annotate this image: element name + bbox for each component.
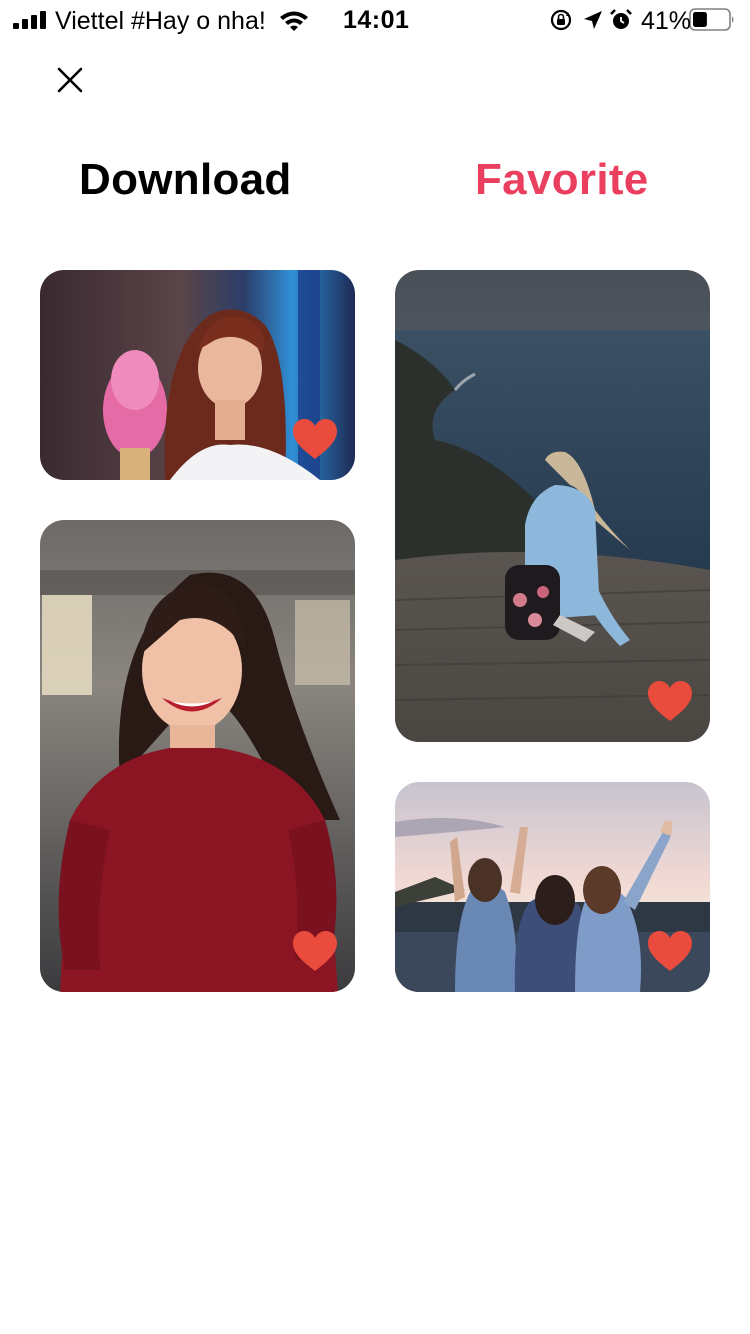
tab-download[interactable]: Download <box>79 155 292 205</box>
heart-icon[interactable] <box>647 930 693 972</box>
heart-icon[interactable] <box>292 930 338 972</box>
battery-icon <box>689 8 734 31</box>
alarm-icon <box>610 9 632 29</box>
rotation-lock-icon <box>550 9 572 31</box>
photo-smiling-woman <box>40 520 355 992</box>
status-time: 14:01 <box>343 6 410 34</box>
battery-percent: 41% <box>641 7 692 35</box>
location-arrow-icon <box>584 11 602 29</box>
signal-strength-icon <box>13 11 47 29</box>
photo-card[interactable] <box>40 270 355 480</box>
photo-girl-on-cliff <box>395 270 710 742</box>
close-icon[interactable] <box>50 60 90 100</box>
wifi-icon <box>280 11 308 31</box>
heart-icon[interactable] <box>647 680 693 722</box>
favorites-screen: Viettel #Hay o nha! 14:01 41% Download F… <box>0 0 750 1334</box>
tab-favorite[interactable]: Favorite <box>475 155 649 205</box>
heart-icon[interactable] <box>292 418 338 460</box>
photo-card[interactable] <box>40 520 355 992</box>
photo-card[interactable] <box>395 782 710 992</box>
status-bar: Viettel #Hay o nha! 14:01 41% <box>0 0 750 40</box>
photo-card[interactable] <box>395 270 710 742</box>
carrier-name: Viettel #Hay o nha! <box>55 7 266 35</box>
